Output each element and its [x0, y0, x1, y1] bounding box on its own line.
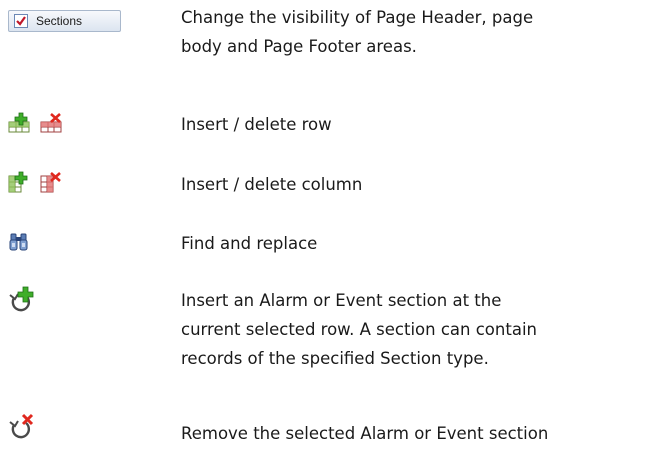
- insert-section-icon[interactable]: [8, 286, 36, 314]
- binoculars-icon[interactable]: [8, 231, 30, 253]
- description-line: Insert / delete column: [181, 175, 363, 194]
- description-line: current selected row. A section can cont…: [181, 320, 537, 339]
- column-description: Insert / delete column: [181, 170, 651, 199]
- description-line: Change the visibility of Page Header, pa…: [181, 8, 534, 27]
- find-icon-cell: [8, 231, 30, 253]
- row-description: Insert / delete row: [181, 110, 651, 139]
- remove-section-icon[interactable]: [8, 413, 36, 439]
- description-line: Remove the selected Alarm or Event secti…: [181, 424, 549, 443]
- sections-checkbox-icon: [14, 14, 28, 28]
- sections-button[interactable]: Sections: [8, 10, 121, 32]
- description-line: records of the specified Section type.: [181, 349, 489, 368]
- insert-section-description: Insert an Alarm or Event section at the …: [181, 286, 651, 373]
- insert-column-icon[interactable]: [8, 171, 30, 193]
- insert-section-icon-cell: [8, 286, 36, 314]
- insert-row-icon[interactable]: [8, 112, 30, 134]
- sections-description: Change the visibility of Page Header, pa…: [181, 3, 651, 61]
- delete-row-icon[interactable]: [40, 112, 62, 134]
- sections-button-label: Sections: [36, 14, 83, 28]
- description-line: Insert an Alarm or Event section at the: [181, 291, 502, 310]
- find-description: Find and replace: [181, 229, 651, 258]
- remove-section-description: Remove the selected Alarm or Event secti…: [181, 419, 651, 448]
- remove-section-icon-cell: [8, 413, 36, 439]
- delete-column-icon[interactable]: [40, 171, 62, 193]
- description-line: Insert / delete row: [181, 115, 332, 134]
- description-line: Find and replace: [181, 234, 318, 253]
- description-line: body and Page Footer areas.: [181, 37, 417, 56]
